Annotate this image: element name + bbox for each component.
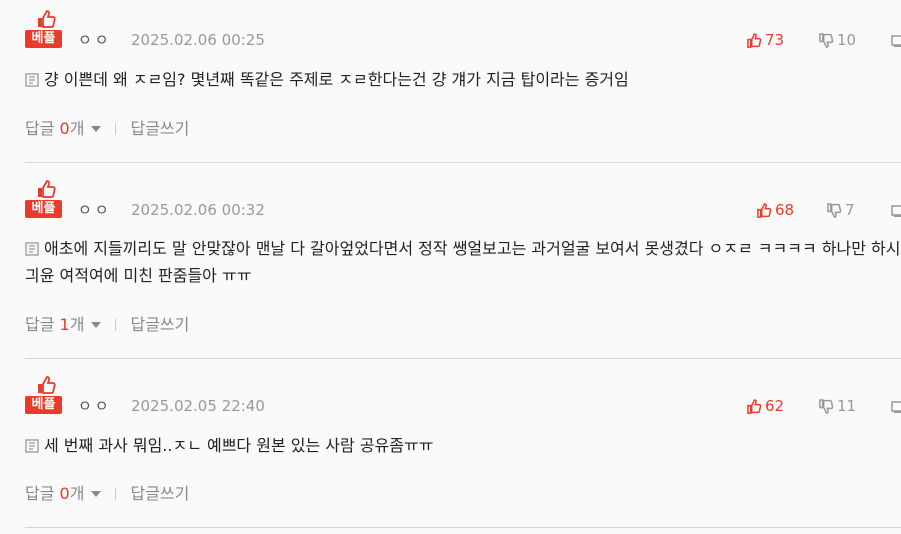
- reply-unit: 개: [69, 315, 85, 334]
- reply-toggle[interactable]: 답글 0개: [25, 119, 102, 138]
- comment-item: 베플 ㅇㅇ 2025.02.05 22:40 62 11 세 번째 과사 뭐임.…: [25, 359, 901, 528]
- downvote-count: 7: [845, 201, 855, 219]
- comment-item: 베플 ㅇㅇ 2025.02.06 00:25 73 10 걍 이쁜데 왜 ㅈㄹ임…: [25, 0, 901, 163]
- document-icon: [25, 73, 39, 87]
- comment-author[interactable]: ㅇㅇ: [78, 29, 112, 50]
- comment-text: 걍 이쁜데 왜 ㅈㄹ임? 몇년째 똑같은 주제로 ㅈㄹ한다는건 걍 걔가 지금 …: [25, 66, 901, 93]
- reply-bar: 답글 0개 답글쓰기: [25, 480, 189, 504]
- write-reply-button[interactable]: 답글쓰기: [130, 484, 189, 503]
- upvote-count: 68: [775, 201, 795, 219]
- upvote-button[interactable]: 62: [747, 397, 784, 415]
- upvote-button[interactable]: 73: [747, 31, 784, 49]
- thumbs-up-icon: [757, 203, 772, 218]
- thumbs-up-icon: [747, 33, 762, 48]
- comment-author[interactable]: ㅇㅇ: [78, 395, 112, 416]
- chevron-down-icon: [91, 126, 102, 132]
- divider: [115, 123, 117, 135]
- reply-count: 0: [59, 119, 70, 138]
- comment-body: 세 번째 과사 뭐임..ㅈㄴ 예쁘다 원본 있는 사람 공유좀ㅠㅠ: [44, 436, 434, 455]
- downvote-button[interactable]: 11: [819, 397, 856, 415]
- more-icon[interactable]: [891, 399, 901, 413]
- thumbs-down-icon: [827, 203, 842, 218]
- thumbs-down-icon: [819, 399, 834, 414]
- reply-label: 답글: [25, 119, 55, 138]
- reply-count: 1: [59, 315, 70, 334]
- reply-label: 답글: [25, 484, 55, 503]
- reply-count: 0: [59, 484, 70, 503]
- reply-unit: 개: [69, 484, 85, 503]
- comment-date: 2025.02.05 22:40: [131, 397, 265, 415]
- write-reply-button[interactable]: 답글쓰기: [130, 315, 189, 334]
- reply-bar: 답글 0개 답글쓰기: [25, 115, 189, 139]
- comment-body: 걍 이쁜데 왜 ㅈㄹ임? 몇년째 똑같은 주제로 ㅈㄹ한다는건 걍 걔가 지금 …: [44, 70, 629, 89]
- comment-list: 베플 ㅇㅇ 2025.02.06 00:25 73 10 걍 이쁜데 왜 ㅈㄹ임…: [0, 0, 901, 528]
- downvote-count: 11: [837, 397, 857, 415]
- comment-author[interactable]: ㅇㅇ: [78, 199, 112, 220]
- best-label: 베플: [25, 30, 62, 48]
- best-label: 베플: [25, 200, 62, 218]
- upvote-button[interactable]: 68: [757, 201, 794, 219]
- chevron-down-icon: [91, 322, 102, 328]
- comment-item: 베플 ㅇㅇ 2025.02.06 00:32 68 7 애초에 지들끼리도 말 …: [25, 163, 901, 359]
- upvote-count: 62: [765, 397, 785, 415]
- more-icon[interactable]: [891, 33, 901, 47]
- comment-date: 2025.02.06 00:32: [131, 201, 265, 219]
- thumbs-up-icon: [38, 376, 56, 394]
- comment-text: 세 번째 과사 뭐임..ㅈㄴ 예쁘다 원본 있는 사람 공유좀ㅠㅠ: [25, 432, 901, 459]
- thumbs-up-icon: [747, 399, 762, 414]
- reply-toggle[interactable]: 답글 1개: [25, 315, 102, 334]
- downvote-count: 10: [837, 31, 857, 49]
- chevron-down-icon: [91, 491, 102, 497]
- comment-date: 2025.02.06 00:25: [131, 31, 265, 49]
- document-icon: [25, 439, 39, 453]
- downvote-button[interactable]: 7: [827, 201, 855, 219]
- more-icon[interactable]: [891, 203, 901, 217]
- divider: [115, 488, 117, 500]
- write-reply-button[interactable]: 답글쓰기: [130, 119, 189, 138]
- thumbs-down-icon: [819, 33, 834, 48]
- best-label: 베플: [25, 396, 62, 414]
- comment-body: 애초에 지들끼리도 말 안맞잖아 맨날 다 갈아엎었다면서 정작 쌩얼보고는 과…: [25, 239, 901, 285]
- thumbs-up-icon: [38, 10, 56, 28]
- comment-text: 애초에 지들끼리도 말 안맞잖아 맨날 다 갈아엎었다면서 정작 쌩얼보고는 과…: [25, 235, 901, 289]
- divider: [115, 319, 117, 331]
- reply-unit: 개: [69, 119, 85, 138]
- document-icon: [25, 242, 39, 256]
- thumbs-up-icon: [38, 180, 56, 198]
- reply-label: 답글: [25, 315, 55, 334]
- reply-bar: 답글 1개 답글쓰기: [25, 311, 189, 335]
- downvote-button[interactable]: 10: [819, 31, 856, 49]
- upvote-count: 73: [765, 31, 785, 49]
- reply-toggle[interactable]: 답글 0개: [25, 484, 102, 503]
